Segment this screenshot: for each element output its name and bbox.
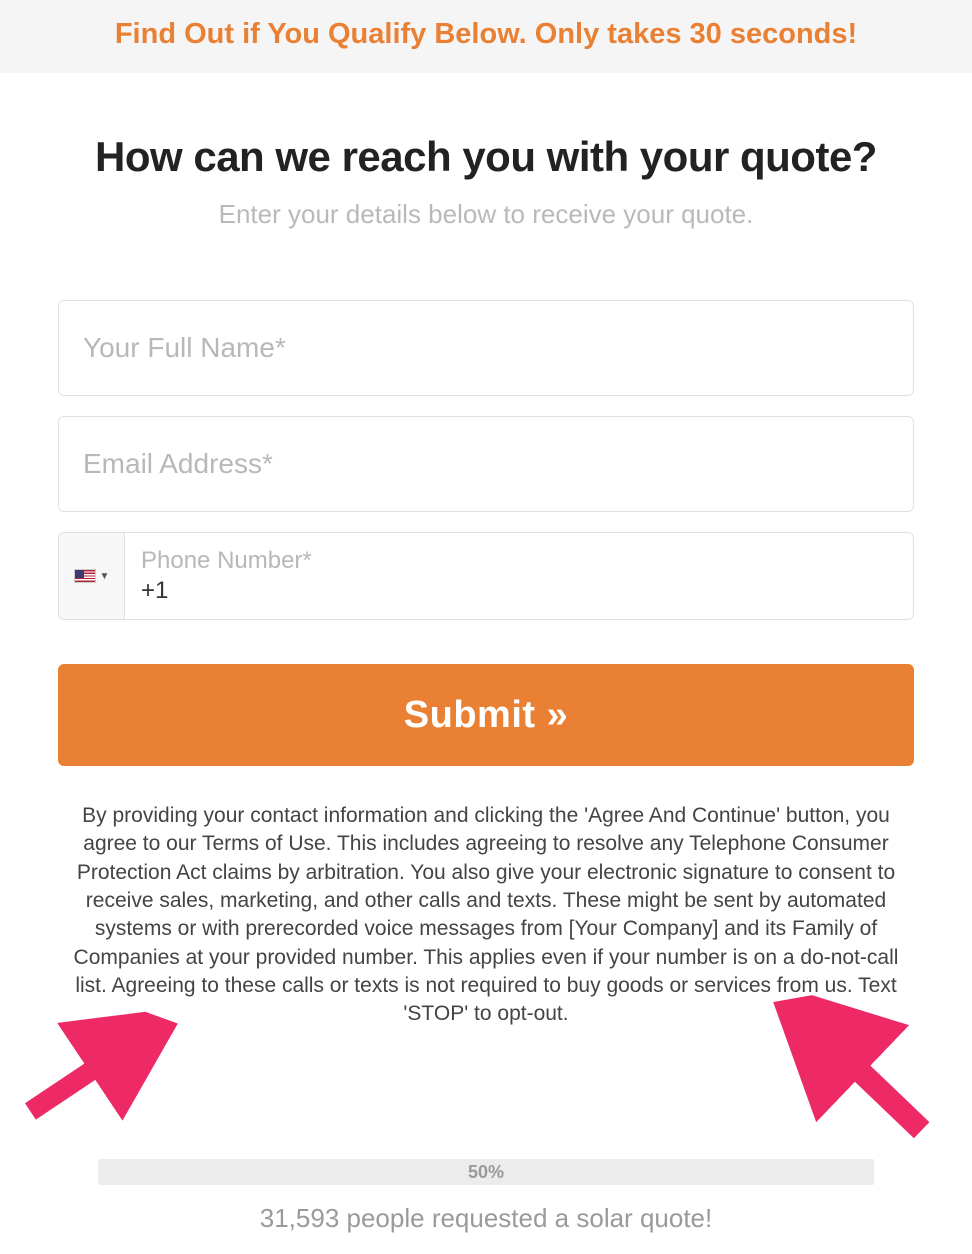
page-title: How can we reach you with your quote?: [58, 133, 914, 181]
main-content: How can we reach you with your quote? En…: [0, 73, 972, 1254]
phone-label: Phone Number*: [141, 547, 897, 575]
phone-field: ▼ Phone Number*: [58, 532, 914, 620]
submit-button[interactable]: Submit »: [58, 664, 914, 766]
progress-bar: 50%: [98, 1159, 874, 1185]
social-proof: 31,593 people requested a solar quote!: [58, 1203, 914, 1234]
annotation-arrows: [58, 1029, 914, 1159]
tcpa-disclosure: By providing your contact information an…: [58, 802, 914, 1029]
phone-input[interactable]: [141, 577, 897, 605]
qualify-banner: Find Out if You Qualify Below. Only take…: [0, 0, 972, 73]
us-flag-icon: [74, 569, 96, 583]
full-name-input[interactable]: [58, 300, 914, 396]
arrow-right-icon: [761, 976, 946, 1161]
phone-input-wrap: Phone Number*: [125, 533, 913, 619]
banner-text: Find Out if You Qualify Below. Only take…: [115, 18, 857, 50]
email-input[interactable]: [58, 416, 914, 512]
country-code-selector[interactable]: ▼: [59, 533, 125, 619]
progress-label: 50%: [98, 1159, 874, 1185]
chevron-down-icon: ▼: [100, 571, 110, 582]
page-subtitle: Enter your details below to receive your…: [58, 199, 914, 230]
lead-form: ▼ Phone Number* Submit » By providing yo…: [58, 300, 914, 1234]
